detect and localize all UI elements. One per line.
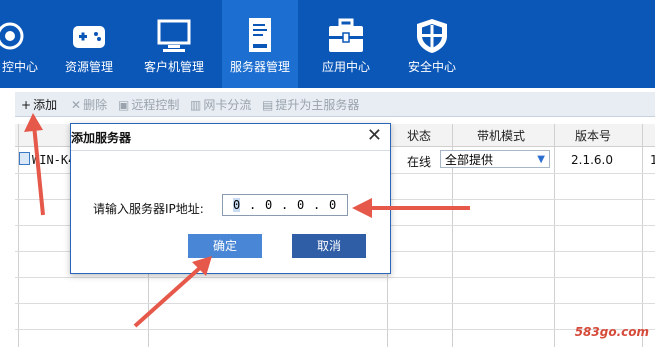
- add-button[interactable]: + 添加: [21, 96, 57, 113]
- nav-resource-management[interactable]: 资源管理: [60, 0, 118, 88]
- dialog-title: 添加服务器: [71, 131, 132, 145]
- row-status: 在线: [407, 155, 432, 169]
- promote-server-button[interactable]: ▤ 提升为主服务器: [262, 96, 359, 113]
- confirm-button[interactable]: 确定: [188, 234, 262, 258]
- nav-app-center[interactable]: 应用中心: [316, 0, 376, 88]
- column-mode[interactable]: 带机模式: [477, 127, 525, 144]
- nic-split-button[interactable]: ▥ 网卡分流: [190, 96, 251, 113]
- server-icon: [249, 18, 271, 52]
- nav-label: 客户机管理: [143, 60, 204, 74]
- mode-select[interactable]: 全部提供 ▼: [440, 150, 550, 168]
- server-toolbar: + 添加 ✕ 删除 ▣ 远程控制 ▥ 网卡分流 ▤ 提升为主服务器: [15, 92, 655, 117]
- chevron-down-icon: ▼: [537, 154, 545, 165]
- server-row-icon: [19, 152, 30, 165]
- ip-octet-3[interactable]: 0: [297, 198, 304, 212]
- dialog-titlebar: 添加服务器 ✕: [71, 124, 390, 151]
- nav-label: 服务器管理: [229, 60, 290, 74]
- desktop-icon: [157, 19, 191, 52]
- nav-label: 安全中心: [407, 60, 456, 74]
- ip-octet-4[interactable]: 0: [329, 198, 336, 212]
- mode-select-value: 全部提供: [445, 153, 494, 167]
- shield-icon: [417, 19, 447, 53]
- nav-monitor-center[interactable]: 控中心: [0, 0, 38, 88]
- ip-address-input[interactable]: 0 . 0 . 0 . 0: [222, 194, 348, 216]
- toolbox-icon: [329, 18, 363, 52]
- nav-server-management[interactable]: 服务器管理: [222, 0, 298, 88]
- ip-octet-2[interactable]: 0: [265, 198, 272, 212]
- close-icon: ✕: [71, 98, 82, 112]
- row-version: 2.1.6.0: [571, 153, 613, 167]
- nav-label: 控中心: [1, 60, 38, 74]
- nav-label: 资源管理: [64, 60, 113, 74]
- plus-icon: +: [21, 98, 32, 112]
- add-server-dialog: 添加服务器 ✕ 请输入服务器IP地址: 0 . 0 . 0 . 0 确定 取消: [70, 123, 391, 274]
- ip-dot: .: [313, 198, 321, 212]
- row-server-name[interactable]: WIN-K4: [32, 153, 75, 167]
- close-icon[interactable]: ✕: [367, 126, 382, 146]
- network-card-icon: ▥: [190, 98, 202, 112]
- ip-label: 请输入服务器IP地址:: [93, 202, 204, 216]
- divider: [15, 303, 655, 304]
- remote-icon: ▣: [118, 98, 130, 112]
- divider: [15, 277, 655, 278]
- ip-dot: .: [281, 198, 289, 212]
- cancel-button[interactable]: 取消: [292, 234, 366, 258]
- ip-dot: .: [249, 198, 257, 212]
- monitor-eye-icon: [0, 22, 24, 50]
- divider: [554, 124, 555, 347]
- row-extra: 1: [650, 153, 655, 167]
- delete-button[interactable]: ✕ 删除: [71, 96, 107, 113]
- divider: [15, 329, 655, 330]
- nav-label: 应用中心: [321, 60, 370, 74]
- watermark-logo: 583go.com: [574, 325, 649, 339]
- nav-client-management[interactable]: 客户机管理: [138, 0, 210, 88]
- ip-octet-1[interactable]: 0: [233, 198, 241, 212]
- column-status[interactable]: 状态: [407, 127, 431, 144]
- nav-security-center[interactable]: 安全中心: [402, 0, 462, 88]
- gamepad-icon: [73, 26, 105, 48]
- top-navigation: 控中心 资源管理 客户机管理 服务器管理 应用中心 安全中心: [0, 0, 655, 88]
- remote-control-button[interactable]: ▣ 远程控制: [118, 96, 179, 113]
- promote-icon: ▤: [262, 98, 274, 112]
- divider: [642, 124, 643, 347]
- column-version[interactable]: 版本号: [575, 127, 611, 144]
